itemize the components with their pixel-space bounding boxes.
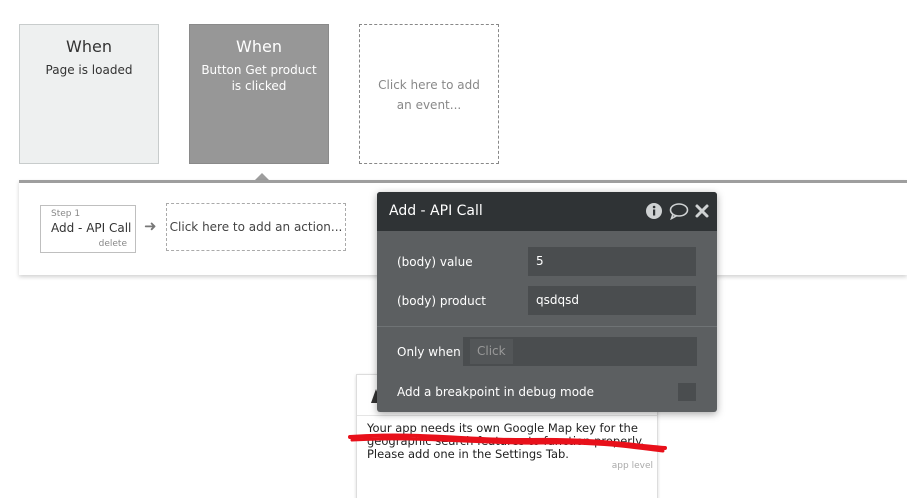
workflow-step-1[interactable]: Step 1 Add - API Call delete [40, 205, 136, 253]
breakpoint-checkbox[interactable] [678, 383, 696, 401]
issue-level: app level [611, 461, 653, 471]
step-number: Step 1 [51, 209, 81, 219]
body-product-input[interactable]: qsdqsd [528, 286, 696, 315]
action-editor-dialog: Add - API Call (body) value 5 (body) pro… [377, 192, 717, 412]
only-when-placeholder: Click [470, 339, 513, 364]
dialog-titlebar[interactable]: Add - API Call [377, 192, 717, 231]
only-when-input[interactable]: Click [463, 337, 697, 366]
arrow-right-icon: ➜ [144, 217, 157, 235]
event-when-label: When [66, 37, 112, 56]
field-row-body-value: (body) value 5 [377, 247, 717, 277]
dialog-title: Add - API Call [389, 203, 483, 219]
event-page-loaded[interactable]: When Page is loaded [19, 24, 159, 164]
close-icon[interactable] [693, 202, 711, 220]
dialog-divider [377, 326, 717, 327]
add-event-button[interactable]: Click here to add an event... [359, 24, 499, 164]
event-description: Button Get product is clicked [201, 63, 317, 93]
step-name: Add - API Call [51, 221, 132, 235]
issue-message: Your app needs its own Google Map key fo… [367, 421, 645, 461]
comment-icon[interactable] [669, 202, 689, 221]
event-when-label: When [236, 37, 282, 56]
field-label: (body) product [397, 294, 487, 308]
field-row-body-product: (body) product qsdqsd [377, 286, 717, 316]
field-label: (body) value [397, 255, 473, 269]
body-value-input[interactable]: 5 [528, 247, 696, 276]
delete-step-link[interactable]: delete [99, 239, 127, 249]
event-button-clicked[interactable]: When Button Get product is clicked [189, 24, 329, 164]
dialog-icons [645, 202, 711, 221]
event-description: Page is loaded [45, 63, 133, 77]
add-event-label: Click here to add an event... [378, 78, 480, 112]
breakpoint-label: Add a breakpoint in debug mode [397, 385, 595, 399]
info-icon[interactable] [645, 202, 663, 220]
issue-divider [357, 415, 657, 416]
only-when-label: Only when [397, 345, 461, 359]
add-action-button[interactable]: Click here to add an action... [166, 203, 346, 251]
